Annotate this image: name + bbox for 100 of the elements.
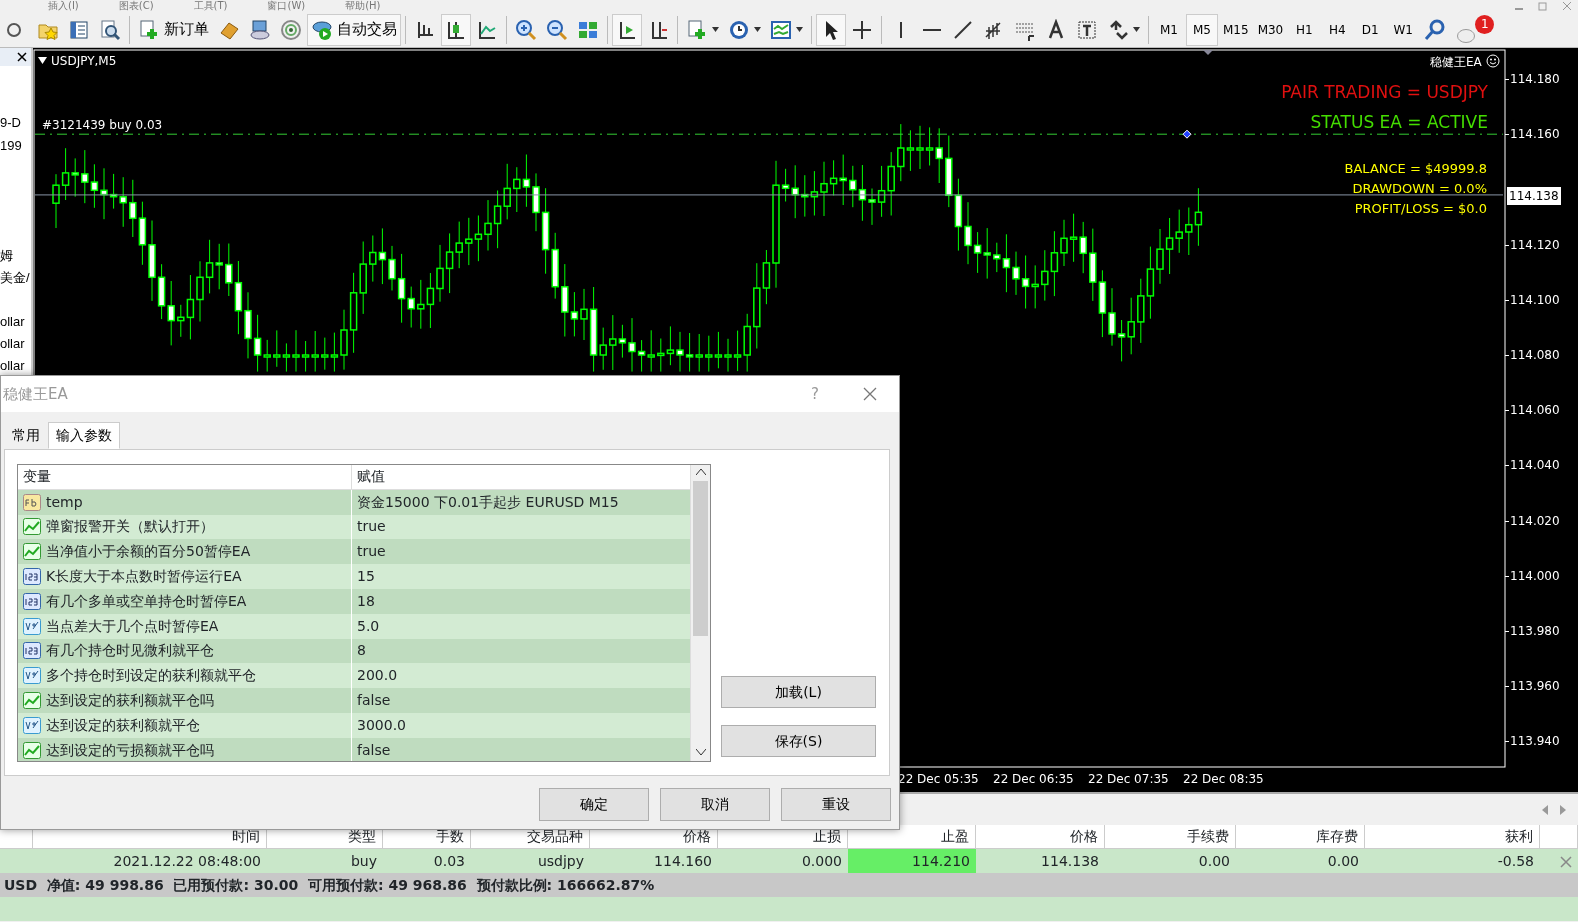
signal-icon[interactable] (280, 18, 302, 41)
dropdown-icon[interactable] (38, 57, 47, 64)
scrollbar-thumb[interactable] (693, 481, 708, 636)
price-tick-label: 114.020 (1510, 512, 1560, 530)
menu-item[interactable]: 帮助(H) (345, 0, 381, 12)
account-stat: DRAWDOWN = 0.0% (1352, 180, 1487, 198)
decimal-type-icon (23, 667, 41, 685)
column-header[interactable]: 价格 (976, 825, 1105, 849)
parameter-value[interactable]: 200.0 (352, 663, 688, 689)
dialog-button[interactable]: 取消 (660, 788, 770, 821)
parameter-name: 弹窗报警开关（默认打开） (46, 517, 214, 537)
parameter-name: 达到设定的获利额就平仓 (46, 715, 200, 735)
parameter-value[interactable]: false (352, 737, 688, 761)
order-label: #3121439 buy 0.03 (42, 117, 163, 134)
timeframe-button[interactable]: M15 (1219, 13, 1253, 46)
parameter-name: K长度大于本点数时暂停运行EA (46, 567, 242, 587)
text-label-icon[interactable] (1076, 18, 1098, 41)
account-stat: PROFIT/LOSS = $0.0 (1354, 200, 1487, 218)
side-button[interactable]: 保存(S) (721, 725, 876, 757)
column-header[interactable]: 手续费 (1105, 825, 1236, 849)
parameter-value[interactable]: 资金15000 下0.01手起步 EURUSD M15 (352, 489, 688, 515)
scroll-up-icon[interactable] (695, 469, 706, 475)
document-search-icon[interactable] (99, 18, 121, 41)
zoom-in-icon[interactable] (515, 18, 537, 41)
boolean-type-icon (23, 543, 41, 561)
decimal-type-icon (23, 716, 41, 734)
caret-icon[interactable] (796, 27, 803, 32)
column-header[interactable]: 变量 (18, 465, 352, 489)
navigator-item[interactable]: 199 (0, 136, 22, 156)
zoom-out-icon[interactable] (546, 18, 568, 41)
table-cell: -0.58 (1365, 849, 1540, 873)
chart-title: USDJPY,M5 (51, 53, 117, 70)
timeframe-button[interactable]: H4 (1321, 13, 1354, 46)
price-tick-label: 113.940 (1510, 733, 1560, 751)
integer-type-icon (23, 642, 41, 660)
navigator-item[interactable]: ollar (0, 334, 25, 354)
list-icon[interactable] (68, 18, 90, 41)
scroll-down-icon[interactable] (696, 749, 706, 755)
timeframe-button[interactable]: M1 (1153, 13, 1185, 46)
timeframe-button[interactable]: H1 (1288, 13, 1321, 46)
caret-icon[interactable] (754, 27, 761, 32)
tab[interactable]: 输入参数 (48, 422, 120, 449)
document-plus-icon[interactable] (138, 18, 160, 41)
menu-item[interactable]: 图表(C) (118, 0, 154, 12)
price-tick-label: 114.000 (1510, 567, 1560, 585)
integer-type-icon (23, 568, 41, 586)
parameter-value[interactable]: true (352, 539, 688, 565)
parameter-value[interactable]: true (352, 514, 688, 540)
parameter-name: 当净值小于余额的百分50暂停EA (46, 542, 251, 562)
table-cell: 0.00 (1105, 849, 1236, 873)
close-icon[interactable] (17, 52, 27, 62)
parameter-value[interactable]: 3000.0 (352, 712, 688, 738)
timeframe-button[interactable]: M30 (1253, 13, 1288, 46)
table-cell: 114.160 (590, 849, 718, 873)
table-cell: buy (267, 849, 383, 873)
menu-item[interactable]: 工具(T) (193, 0, 228, 12)
parameter-value[interactable]: 15 (352, 564, 688, 589)
navigator-item[interactable]: 姆 (0, 246, 13, 266)
timeframe-button[interactable]: M5 (1186, 13, 1218, 46)
new-order-button[interactable]: 新订单 (134, 13, 213, 46)
caret-icon[interactable] (712, 27, 719, 32)
navigator-item[interactable]: ollar (0, 312, 25, 332)
dialog-button[interactable]: 重设 (781, 788, 891, 821)
parameter-name: 达到设定的亏损额就平仓吗 (46, 740, 214, 760)
parameter-value[interactable]: 18 (352, 589, 688, 614)
parameter-value[interactable]: 5.0 (352, 613, 688, 639)
menu-item[interactable]: 窗口(W) (267, 0, 306, 12)
caret-icon[interactable] (1133, 27, 1140, 32)
price-tick-label: 114.120 (1510, 236, 1560, 254)
smiley-icon[interactable] (1486, 54, 1500, 68)
parameter-value[interactable]: 8 (352, 638, 688, 664)
search-icon[interactable] (1424, 18, 1447, 41)
integer-type-icon (23, 592, 41, 610)
column-header[interactable]: 获利 (1365, 825, 1540, 849)
notification-badge: 1 (1475, 14, 1495, 34)
navigator-item[interactable]: 9-D (0, 113, 21, 133)
dialog-button[interactable]: 确定 (539, 788, 649, 821)
chart-template-icon[interactable] (770, 18, 792, 41)
navigator-item[interactable]: ollar (0, 356, 25, 376)
price-tick-label: 113.980 (1510, 623, 1560, 640)
current-price-label: 114.138 (1507, 186, 1561, 205)
side-button[interactable]: 加载(L) (721, 676, 876, 708)
time-tick-label: 22 Dec 06:35 (993, 771, 1074, 788)
navigator-item[interactable]: 美金/ (0, 268, 30, 288)
column-header[interactable]: 止盈 (848, 825, 976, 849)
trend-line-icon[interactable] (952, 18, 974, 41)
parameter-value[interactable]: false (352, 688, 688, 713)
parameter-name: 当点差大于几个点时暂停EA (46, 616, 219, 636)
auto-trading-button[interactable]: 自动交易 (307, 13, 401, 46)
column-header[interactable]: 库存费 (1236, 825, 1365, 849)
column-header[interactable]: 赋值 (352, 465, 688, 489)
timeframe-button[interactable]: D1 (1354, 13, 1387, 46)
timeframe-button[interactable]: W1 (1387, 13, 1420, 46)
monitor-icon[interactable] (249, 18, 271, 41)
table-cell: 2021.12.22 08:48:00 (33, 849, 267, 873)
boolean-type-icon (23, 518, 41, 536)
pair-trading-text: PAIR TRADING = USDJPY (1281, 81, 1488, 104)
menu-item[interactable]: 插入(I) (48, 0, 79, 12)
clock-icon[interactable] (728, 18, 750, 41)
boolean-type-icon (23, 692, 41, 710)
